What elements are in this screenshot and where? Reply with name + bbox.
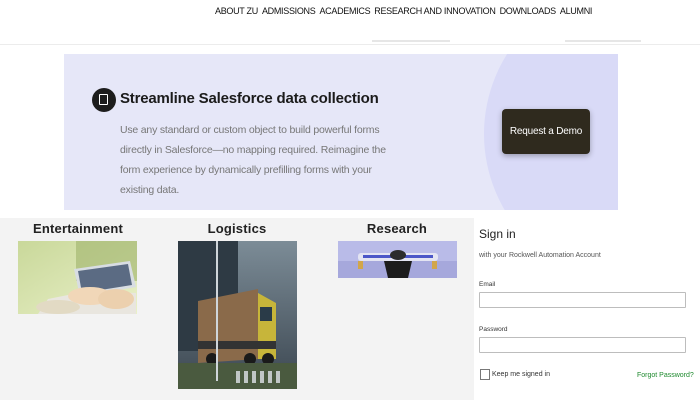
email-label: Email <box>479 281 496 288</box>
forgot-password-link[interactable]: Forgot Password? <box>637 372 694 379</box>
promo-description: Use any standard or custom object to bui… <box>120 124 386 196</box>
nav-item-about[interactable]: ABOUT ZU <box>215 6 258 16</box>
nav-item-alumni[interactable]: ALUMNI <box>560 6 593 16</box>
card-title-entertainment[interactable]: Entertainment <box>18 221 138 236</box>
logistics-image[interactable] <box>178 241 297 389</box>
email-field[interactable] <box>479 292 686 308</box>
research-image[interactable] <box>338 241 457 278</box>
password-field[interactable] <box>479 337 686 353</box>
signin-title: Sign in <box>479 227 516 241</box>
signin-subtitle: with your Rockwell Automation Account <box>479 252 601 259</box>
promo-banner: Streamline Salesforce data collection Us… <box>64 54 618 210</box>
nav-divider <box>565 40 641 42</box>
signin-panel: Sign in with your Rockwell Automation Ac… <box>474 218 700 400</box>
nav-item-research[interactable]: RESEARCH AND INNOVATION <box>374 6 496 16</box>
password-label: Password <box>479 326 508 333</box>
form-logo-icon <box>92 88 116 112</box>
keep-signed-in-label: Keep me signed in <box>492 371 550 378</box>
nav-item-admissions[interactable]: ADMISSIONS <box>262 6 316 16</box>
nav-divider <box>372 40 450 42</box>
entertainment-image[interactable] <box>18 241 137 314</box>
industries-section: Entertainment Logistics Research <box>0 218 474 400</box>
request-demo-button[interactable]: Request a Demo <box>502 109 590 154</box>
nav-item-academics[interactable]: ACADEMICS <box>319 6 370 16</box>
card-title-logistics[interactable]: Logistics <box>177 221 297 236</box>
card-title-research[interactable]: Research <box>337 221 457 236</box>
promo-title: Streamline Salesforce data collection <box>120 90 379 107</box>
nav-menu: ABOUT ZU ADMISSIONS ACADEMICS RESEARCH A… <box>215 6 592 16</box>
keep-signed-in-checkbox[interactable] <box>480 369 490 380</box>
nav-item-downloads[interactable]: DOWNLOADS <box>500 6 557 16</box>
top-navigation: ABOUT ZU ADMISSIONS ACADEMICS RESEARCH A… <box>0 0 700 45</box>
